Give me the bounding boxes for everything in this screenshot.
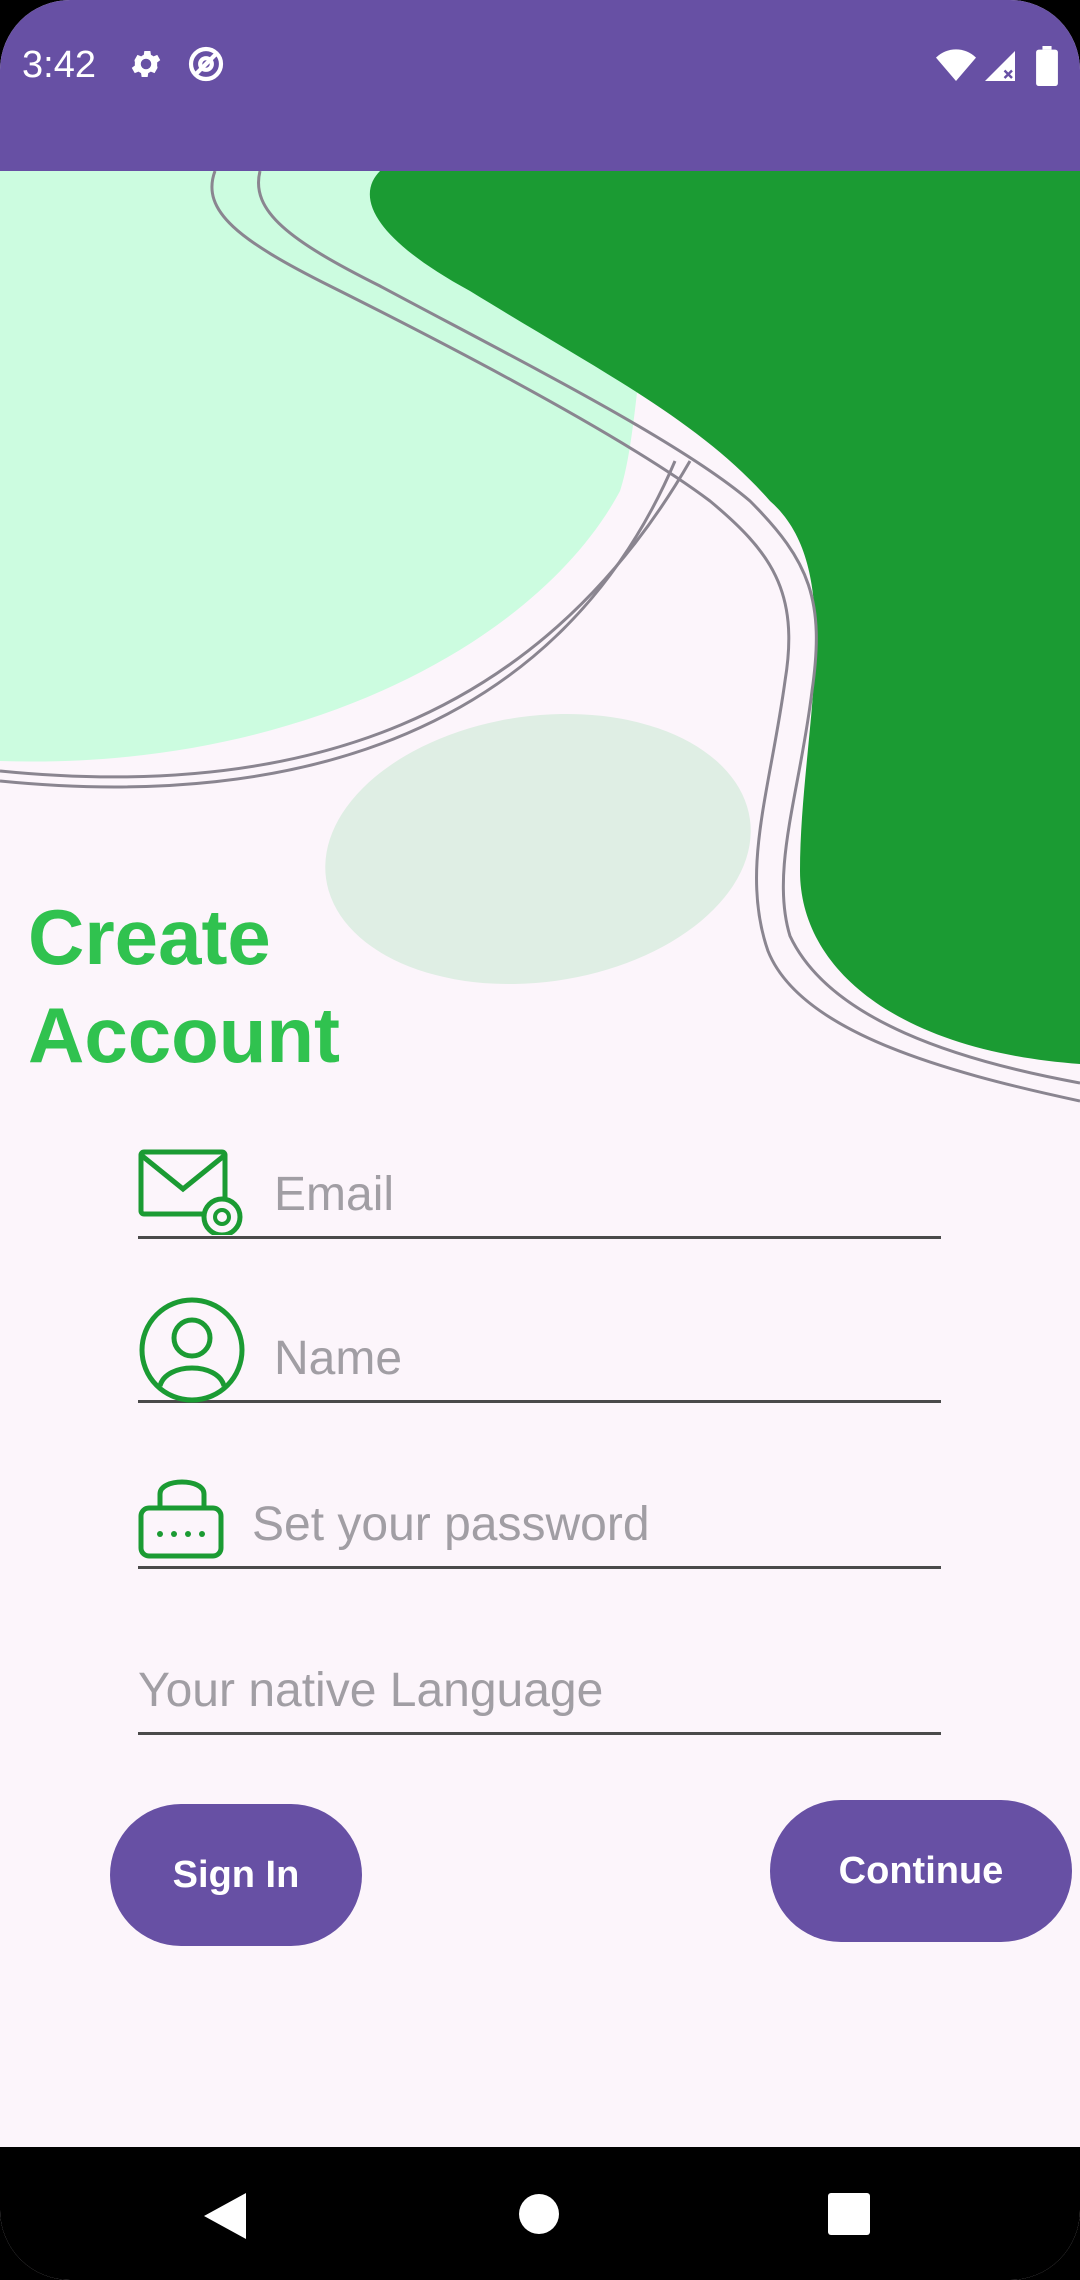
sign-in-button[interactable]: Sign In <box>110 1804 362 1946</box>
recents-icon[interactable] <box>828 2193 870 2240</box>
wifi-icon <box>936 48 976 89</box>
page-title: Create Account <box>28 893 340 1079</box>
email-placeholder: Email <box>274 1168 395 1221</box>
user-circle-icon <box>138 1296 246 1409</box>
battery-icon <box>1036 46 1058 91</box>
screen: 3:42 Create Account Email Name Set your … <box>0 0 1080 2280</box>
lock-icon <box>138 1468 226 1565</box>
language-placeholder: Your native Language <box>138 1664 604 1717</box>
back-icon[interactable] <box>204 2193 246 2244</box>
password-placeholder: Set your password <box>252 1498 650 1551</box>
navigation-bar <box>0 2147 1080 2280</box>
email-field[interactable]: Email <box>138 1136 941 1239</box>
status-time: 3:42 <box>22 44 96 86</box>
signal-icon <box>982 48 1018 89</box>
name-placeholder: Name <box>274 1332 403 1385</box>
name-field[interactable]: Name <box>138 1297 941 1403</box>
continue-button[interactable]: Continue <box>770 1800 1072 1942</box>
password-field[interactable]: Set your password <box>138 1466 941 1569</box>
native-language-field[interactable]: Your native Language <box>138 1632 941 1735</box>
at-sign-icon <box>186 44 226 89</box>
status-bar: 3:42 <box>0 0 1080 171</box>
mail-at-icon <box>138 1149 246 1240</box>
gear-icon <box>128 44 164 89</box>
home-icon[interactable] <box>518 2193 560 2240</box>
